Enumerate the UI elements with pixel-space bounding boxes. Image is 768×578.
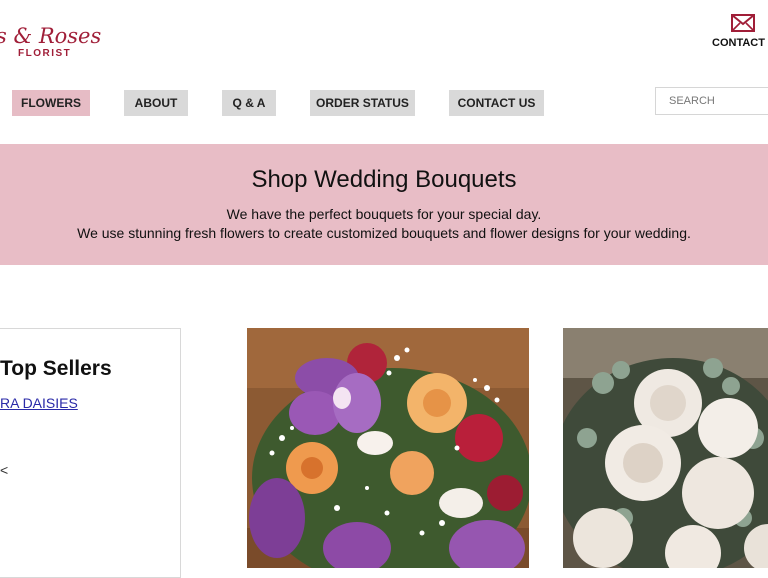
product-image-white-rose-bouquet[interactable]: [563, 328, 768, 568]
nav-contact-us-button[interactable]: CONTACT US: [449, 90, 544, 116]
hero-description-line-2: We use stunning fresh flowers to create …: [77, 225, 691, 241]
nav-qa-button[interactable]: Q & A: [222, 90, 276, 116]
header-contact-label: CONTACT US: [712, 37, 768, 49]
search-input[interactable]: [656, 88, 768, 114]
hero-title: Shop Wedding Bouquets: [251, 166, 517, 193]
top-sellers-arrow-icon[interactable]: <: [0, 462, 8, 478]
nav-about-button[interactable]: ABOUT: [124, 90, 188, 116]
logo-subtitle: FLORIST: [18, 48, 72, 59]
hero-description-line-1: We have the perfect bouquets for your sp…: [226, 206, 542, 222]
search-box: [655, 87, 768, 115]
nav-order-status-button[interactable]: ORDER STATUS: [310, 90, 415, 116]
top-sellers-title: Top Sellers: [0, 357, 112, 380]
logo[interactable]: s & Roses FLORIST: [0, 20, 101, 60]
envelope-icon: [731, 14, 755, 32]
logo-script-text: s & Roses: [0, 24, 102, 48]
top-seller-link[interactable]: RA DAISIES: [0, 395, 78, 411]
header-contact-link[interactable]: CONTACT US: [708, 14, 768, 50]
product-image-colorful-bouquet[interactable]: [247, 328, 529, 568]
nav-flowers-button[interactable]: FLOWERS: [12, 90, 90, 116]
hero-banner: Shop Wedding Bouquets We have the perfec…: [0, 144, 768, 265]
